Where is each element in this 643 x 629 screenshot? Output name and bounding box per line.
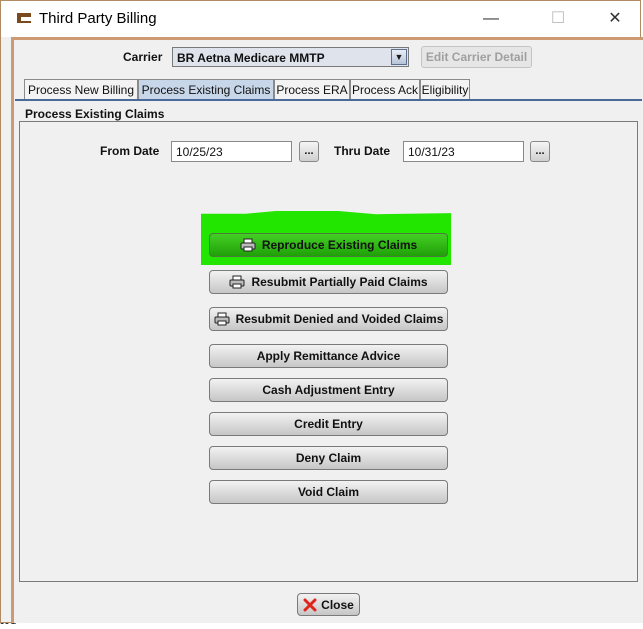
close-window-button[interactable]: ✕ — [593, 7, 637, 31]
apply-remittance-advice-button[interactable]: Apply Remittance Advice — [209, 344, 448, 368]
from-date-label: From Date — [100, 144, 160, 158]
tab-process-new-billing[interactable]: Process New Billing — [24, 79, 138, 100]
button-label: Resubmit Denied and Voided Claims — [235, 312, 444, 326]
button-label: Void Claim — [297, 485, 360, 499]
from-date-input[interactable]: 10/25/23 — [171, 141, 292, 162]
thru-date-label: Thru Date — [334, 144, 391, 158]
maximize-button[interactable]: ☐ — [536, 7, 580, 31]
button-label: Apply Remittance Advice — [256, 349, 401, 363]
close-button[interactable]: Close — [297, 593, 360, 616]
deny-claim-button[interactable]: Deny Claim — [209, 446, 448, 470]
button-label: Reproduce Existing Claims — [261, 238, 418, 252]
credit-entry-button[interactable]: Credit Entry — [209, 412, 448, 436]
tab-process-era[interactable]: Process ERA — [274, 79, 350, 100]
resubmit-denied-and-voided-claims-button[interactable]: Resubmit Denied and Voided Claims — [209, 307, 448, 331]
tab-process-ack[interactable]: Process Ack — [350, 79, 420, 100]
button-label: Resubmit Partially Paid Claims — [251, 275, 428, 289]
red-x-icon — [303, 598, 317, 611]
printer-icon — [240, 238, 256, 252]
third-party-billing-window: Third Party Billing — ☐ ✕ Carrier BR Aet… — [0, 0, 643, 623]
reproduce-existing-claims-button[interactable]: Reproduce Existing Claims — [209, 233, 448, 257]
carrier-value: BR Aetna Medicare MMTP — [177, 51, 325, 65]
printer-icon — [214, 312, 230, 326]
carrier-select[interactable]: BR Aetna Medicare MMTP ▼ — [172, 47, 409, 67]
from-date-picker-button[interactable]: ... — [299, 141, 319, 162]
chevron-down-icon[interactable]: ▼ — [391, 49, 407, 65]
app-icon — [17, 13, 31, 23]
thru-date-picker-button[interactable]: ... — [530, 141, 550, 162]
void-claim-button[interactable]: Void Claim — [209, 480, 448, 504]
title-bar[interactable]: Third Party Billing — ☐ ✕ — [1, 1, 640, 37]
minimize-button[interactable]: — — [469, 7, 513, 31]
printer-icon — [229, 275, 245, 289]
carrier-label: Carrier — [123, 50, 163, 64]
section-title: Process Existing Claims — [25, 107, 165, 121]
resubmit-partially-paid-claims-button[interactable]: Resubmit Partially Paid Claims — [209, 270, 448, 294]
close-button-label: Close — [321, 597, 354, 612]
window-title: Third Party Billing — [39, 10, 157, 27]
thru-date-input[interactable]: 10/31/23 — [403, 141, 524, 162]
button-label: Deny Claim — [295, 451, 362, 465]
tab-eligibility[interactable]: Eligibility — [420, 79, 470, 100]
button-label: Cash Adjustment Entry — [262, 383, 395, 397]
button-label: Credit Entry — [294, 417, 363, 431]
tab-divider — [15, 99, 642, 101]
edit-carrier-detail-button[interactable]: Edit Carrier Detail — [421, 46, 532, 68]
tab-process-existing-claims[interactable]: Process Existing Claims — [138, 79, 274, 100]
cash-adjustment-entry-button[interactable]: Cash Adjustment Entry — [209, 378, 448, 402]
